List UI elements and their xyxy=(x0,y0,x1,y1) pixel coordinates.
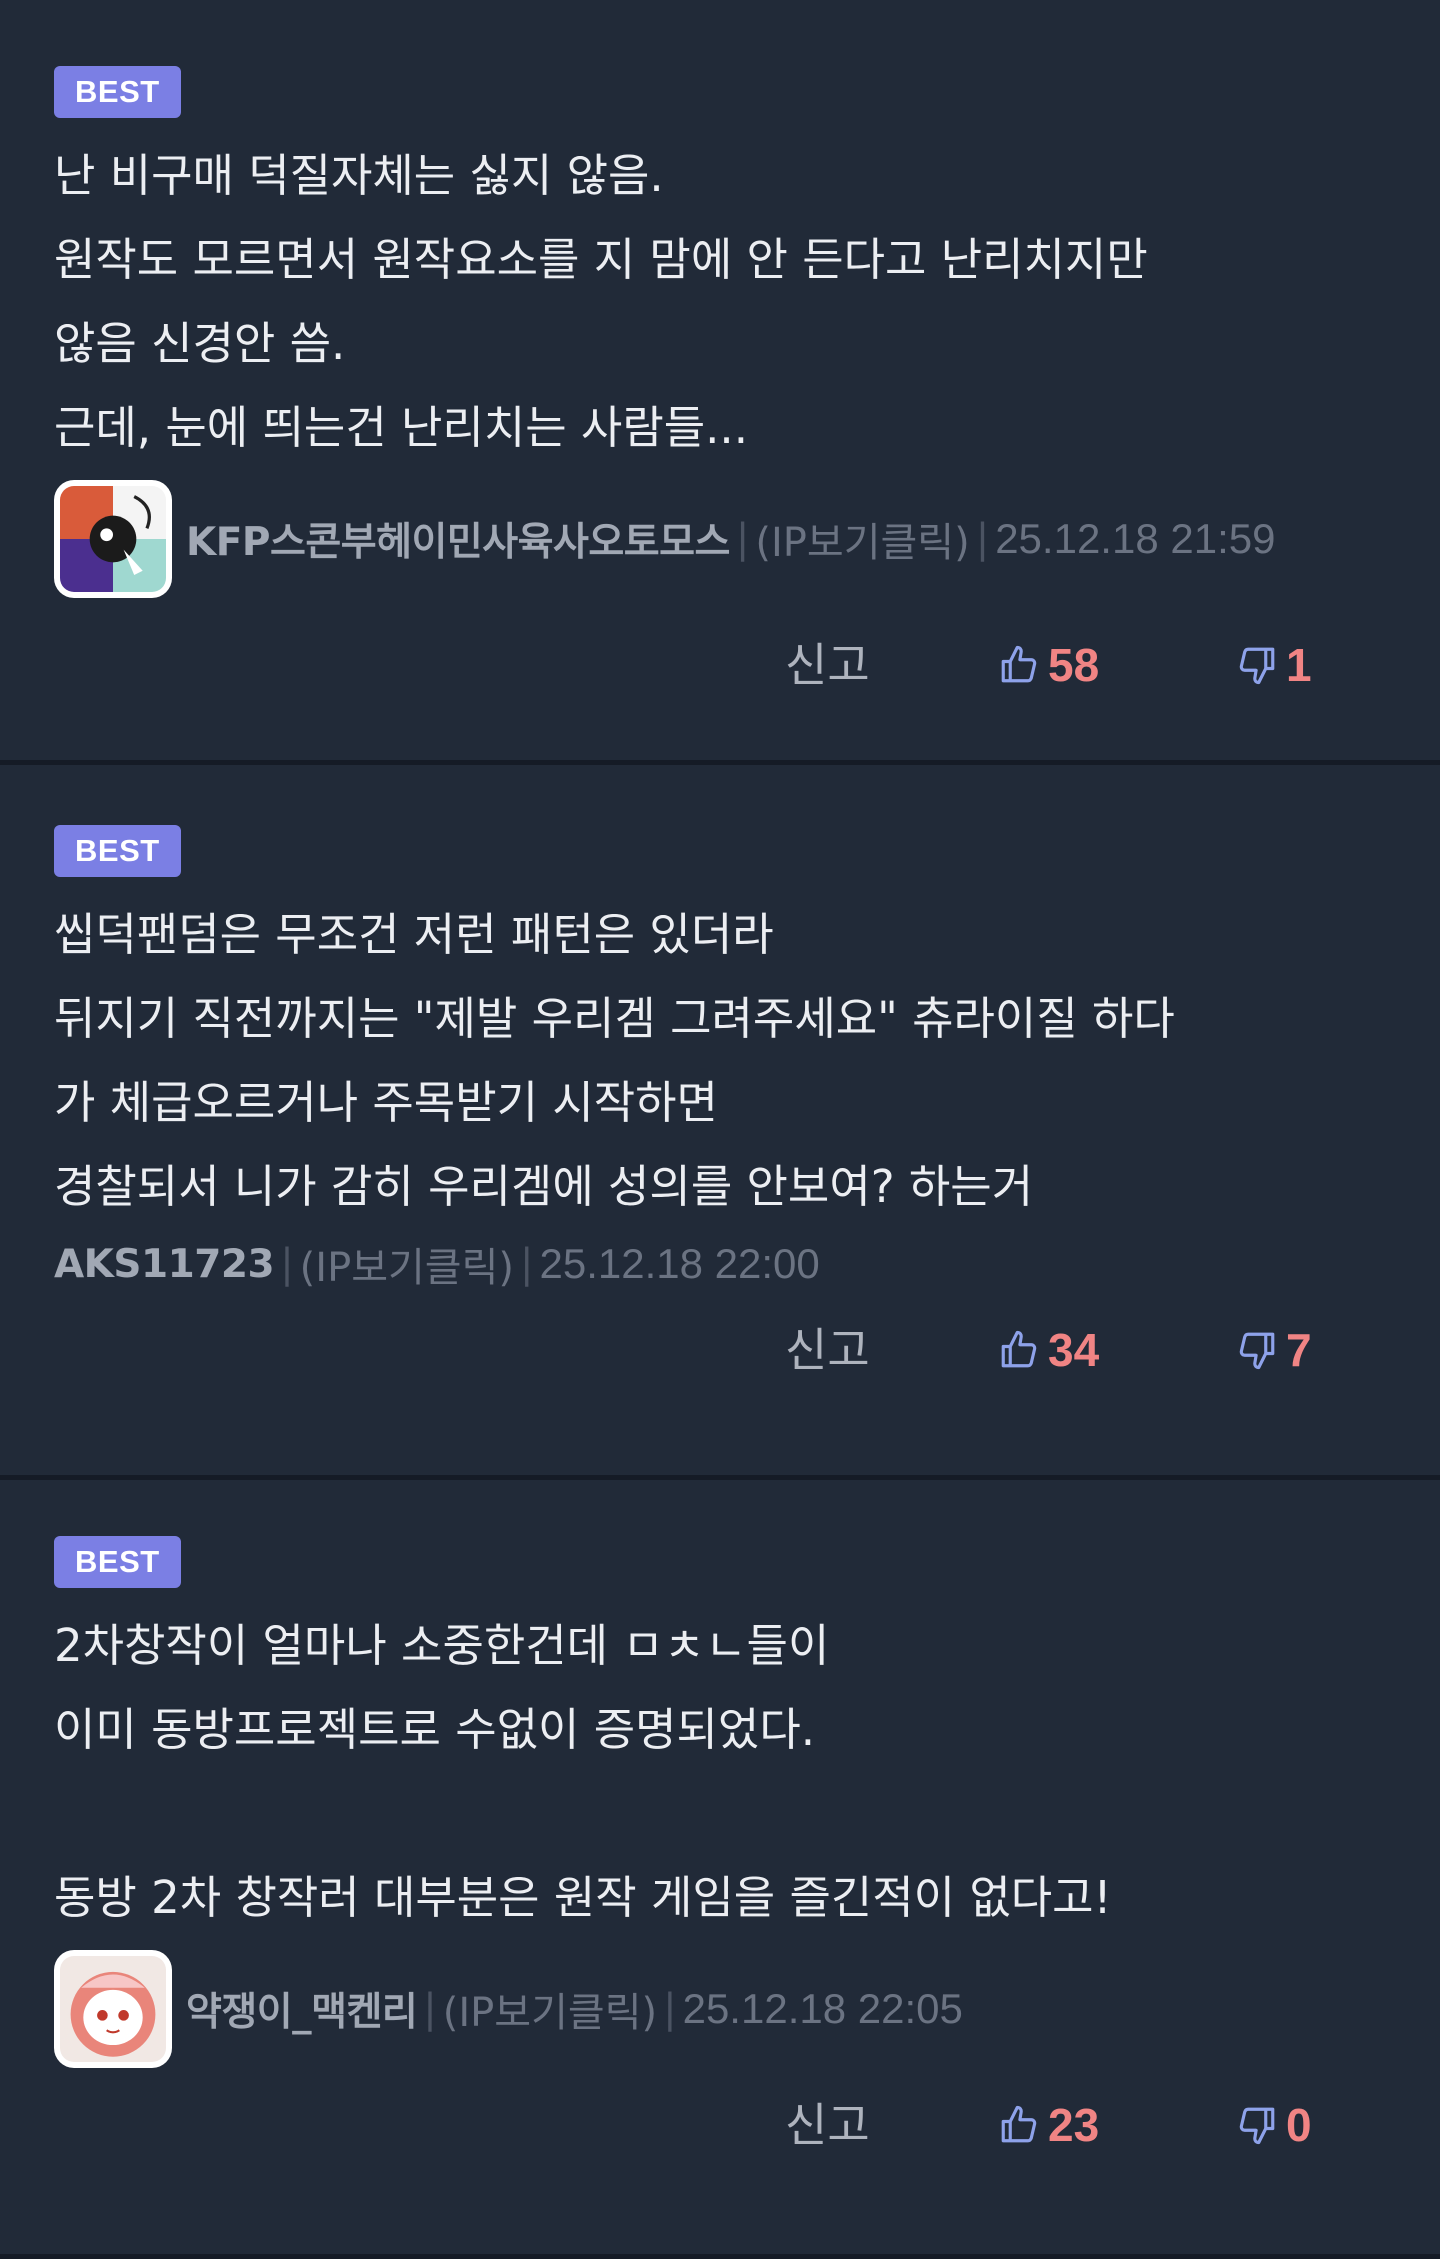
like-count: 23 xyxy=(1048,2099,1100,2151)
author-name[interactable]: 약쟁이_맥켄리 xyxy=(186,1981,418,2037)
comment-item: BEST 씹덕팬덤은 무조건 저런 패턴은 있더라 뒤지기 직전까지는 "제발 … xyxy=(0,765,1440,1475)
divider: | xyxy=(280,1241,294,1287)
thumbs-down-icon xyxy=(1239,647,1275,685)
timestamp: 25.12.18 22:00 xyxy=(539,1240,820,1287)
like-button[interactable]: 23 xyxy=(998,2080,1099,2170)
avatar-image xyxy=(60,486,166,592)
author-name[interactable]: KFP스콘부헤이민사육사오토모스 xyxy=(186,511,730,567)
comment-text: 2차창작이 얼마나 소중한건데 ㅁㅊㄴ들이 이미 동방프로젝트로 수없이 증명되… xyxy=(54,1619,1112,1924)
dislike-count: 0 xyxy=(1286,2099,1312,2151)
comment-meta: 약쟁이_맥켄리 | (IP보기클릭) | 25.12.18 22:05 xyxy=(54,1950,1386,2068)
dislike-button[interactable]: 0 xyxy=(1236,2080,1312,2170)
divider: | xyxy=(423,1986,437,2032)
ip-link[interactable]: (IP보기클릭) xyxy=(443,1980,657,2038)
thumbs-up-icon xyxy=(1001,645,1037,683)
ip-link[interactable]: (IP보기클릭) xyxy=(755,510,969,568)
thumbs-down-icon xyxy=(1239,2107,1275,2145)
dislike-button[interactable]: 7 xyxy=(1236,1305,1312,1395)
divider: | xyxy=(663,1986,677,2032)
comment-actions: 신고 23 0 xyxy=(0,2080,1440,2170)
comment-item: BEST 난 비구매 덕질자체는 싫지 않음. 원작도 모르면서 원작요소를 지… xyxy=(0,0,1440,760)
best-badge: BEST xyxy=(54,1536,181,1588)
comment-meta: KFP스콘부헤이민사육사오토모스 | (IP보기클릭) | 25.12.18 2… xyxy=(54,480,1386,598)
comment-actions: 신고 58 1 xyxy=(0,620,1440,710)
comment-text: 씹덕팬덤은 무조건 저런 패턴은 있더라 뒤지기 직전까지는 "제발 우리겜 그… xyxy=(54,908,1175,1213)
best-badge: BEST xyxy=(54,66,181,118)
author-name[interactable]: AKS11723 xyxy=(54,1242,275,1287)
report-button[interactable]: 신고 xyxy=(785,620,870,710)
comment-actions: 신고 34 7 xyxy=(0,1305,1440,1395)
like-count: 34 xyxy=(1048,1324,1100,1376)
avatar[interactable] xyxy=(54,480,172,598)
divider: | xyxy=(735,516,750,562)
like-button[interactable]: 34 xyxy=(998,1305,1099,1395)
divider: | xyxy=(520,1241,534,1287)
timestamp: 25.12.18 21:59 xyxy=(995,515,1276,562)
comment-meta: AKS11723 | (IP보기클릭) | 25.12.18 22:00 xyxy=(54,1235,1386,1293)
timestamp: 25.12.18 22:05 xyxy=(682,1985,963,2032)
avatar-image xyxy=(60,1956,166,2062)
thumbs-up-icon xyxy=(1001,2105,1037,2143)
report-button[interactable]: 신고 xyxy=(785,2080,870,2170)
best-badge: BEST xyxy=(54,825,181,877)
like-button[interactable]: 58 xyxy=(998,620,1099,710)
comment-item: BEST 2차창작이 얼마나 소중한건데 ㅁㅊㄴ들이 이미 동방프로젝트로 수없… xyxy=(0,1480,1440,2254)
thumbs-down-icon xyxy=(1239,1332,1275,1370)
thumbs-up-icon xyxy=(1001,1330,1037,1368)
like-count: 58 xyxy=(1048,639,1100,691)
ip-link[interactable]: (IP보기클릭) xyxy=(300,1235,514,1293)
comment-text: 난 비구매 덕질자체는 싫지 않음. 원작도 모르면서 원작요소를 지 맘에 안… xyxy=(54,149,1148,454)
dislike-count: 1 xyxy=(1286,639,1312,691)
divider: | xyxy=(975,516,990,562)
report-button[interactable]: 신고 xyxy=(785,1305,870,1395)
dislike-button[interactable]: 1 xyxy=(1236,620,1312,710)
avatar[interactable] xyxy=(54,1950,172,2068)
dislike-count: 7 xyxy=(1286,1324,1312,1376)
